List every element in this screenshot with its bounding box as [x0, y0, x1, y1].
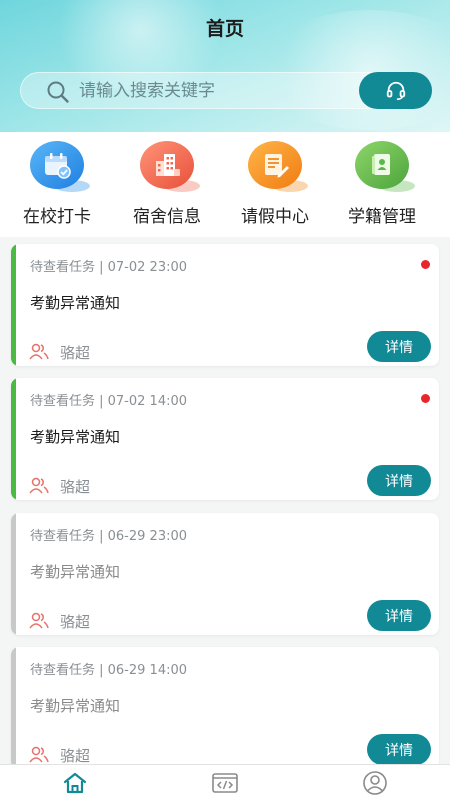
status-bar	[11, 647, 16, 769]
task-card[interactable]: 待查看任务 | 06-29 23:00 考勤异常通知 骆超 详情	[11, 513, 439, 635]
code-icon	[212, 773, 238, 793]
task-assignee: 骆超	[60, 344, 91, 362]
tab-home[interactable]	[0, 765, 150, 800]
home-icon	[63, 772, 87, 794]
status-bar	[11, 378, 16, 500]
quick-action-dorm[interactable]: 宿舍信息	[112, 138, 222, 233]
search-bar[interactable]	[20, 72, 432, 109]
document-edit-icon	[265, 154, 289, 178]
building-icon	[156, 154, 180, 176]
task-card[interactable]: 待查看任务 | 07-02 23:00 考勤异常通知 骆超 详情	[11, 244, 439, 366]
status-bar	[11, 244, 16, 366]
task-meta: 待查看任务 | 06-29 23:00	[30, 529, 188, 544]
unread-dot	[421, 394, 430, 403]
detail-button[interactable]: 详情	[367, 734, 431, 765]
detail-button[interactable]: 详情	[367, 600, 431, 631]
task-meta: 待查看任务 | 06-29 14:00	[30, 663, 188, 678]
detail-button[interactable]: 详情	[367, 465, 431, 496]
users-icon	[29, 477, 49, 494]
task-title: 考勤异常通知	[30, 428, 121, 446]
quick-actions: 在校打卡 宿舍信息 请假中心 学籍管理	[0, 132, 450, 237]
task-card[interactable]: 待查看任务 | 07-02 14:00 考勤异常通知 骆超 详情	[11, 378, 439, 500]
task-card[interactable]: 待查看任务 | 06-29 14:00 考勤异常通知 骆超 详情	[11, 647, 439, 769]
task-assignee: 骆超	[60, 478, 91, 496]
quick-action-records[interactable]: 学籍管理	[327, 138, 437, 233]
customer-service-button[interactable]	[359, 72, 432, 109]
quick-action-checkin[interactable]: 在校打卡	[2, 138, 112, 233]
headset-icon	[386, 81, 405, 100]
search-icon	[47, 81, 69, 103]
task-title: 考勤异常通知	[30, 697, 121, 715]
users-icon	[29, 612, 49, 629]
tab-bar	[0, 764, 450, 800]
quick-action-label: 在校打卡	[23, 207, 91, 227]
tab-apps[interactable]	[150, 765, 300, 800]
detail-button[interactable]: 详情	[367, 331, 431, 362]
quick-action-label: 请假中心	[241, 207, 309, 227]
quick-action-label: 学籍管理	[348, 207, 416, 227]
calendar-check-icon	[45, 153, 71, 179]
task-meta: 待查看任务 | 07-02 14:00	[30, 394, 188, 409]
search-input[interactable]	[79, 73, 349, 108]
status-bar	[11, 513, 16, 635]
quick-action-leave[interactable]: 请假中心	[220, 138, 330, 233]
page-title: 首页	[205, 18, 244, 40]
users-icon	[29, 343, 49, 360]
quick-action-label: 宿舍信息	[133, 207, 201, 227]
tab-profile[interactable]	[300, 765, 450, 800]
task-meta: 待查看任务 | 07-02 23:00	[30, 260, 188, 275]
task-assignee: 骆超	[60, 613, 91, 631]
users-icon	[29, 746, 49, 763]
task-title: 考勤异常通知	[30, 294, 121, 312]
header: 首页	[0, 0, 450, 132]
task-assignee: 骆超	[60, 747, 91, 765]
task-title: 考勤异常通知	[30, 563, 121, 581]
student-record-icon	[372, 154, 390, 175]
user-icon	[363, 771, 387, 795]
unread-dot	[421, 260, 430, 269]
